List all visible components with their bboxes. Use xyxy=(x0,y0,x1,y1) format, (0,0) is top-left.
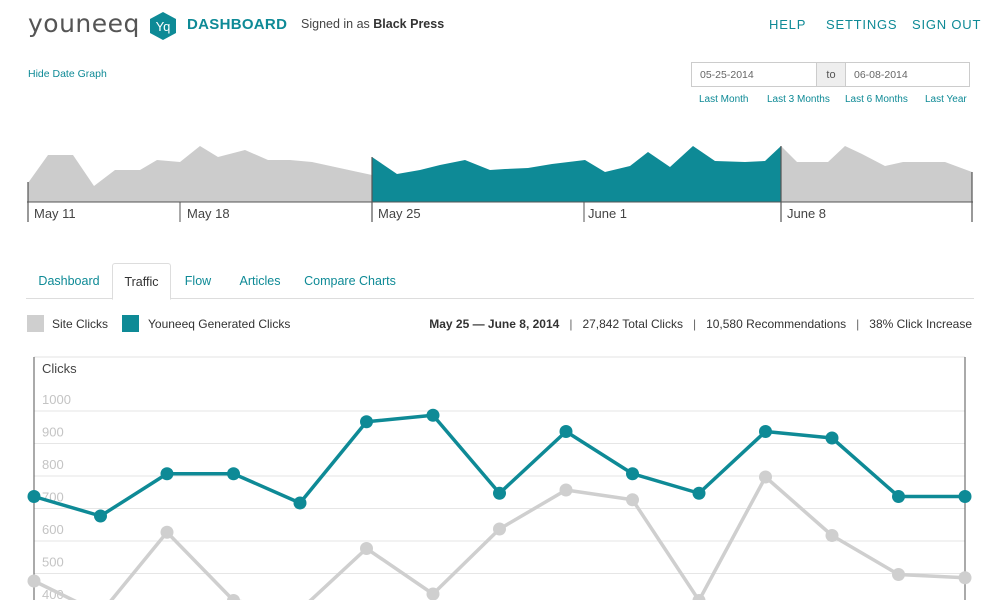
data-point-youneeq-clicks[interactable] xyxy=(626,467,639,481)
clicks-line-chart[interactable]: 4005006007008009001000 xyxy=(0,350,1000,600)
logo-wordmark[interactable]: youneeq xyxy=(28,9,140,38)
series-line-youneeq-clicks xyxy=(33,413,965,518)
legend-swatch-youneeq-clicks[interactable] xyxy=(122,315,139,332)
stats-separator: | xyxy=(569,317,573,331)
data-point-site-clicks[interactable] xyxy=(27,574,41,588)
week-label-may11: May 11 xyxy=(34,206,76,221)
data-point-youneeq-clicks[interactable] xyxy=(160,467,174,481)
data-point-youneeq-clicks[interactable] xyxy=(426,408,440,422)
stats-date-range: May 25 — June 8, 2014 xyxy=(429,317,560,331)
header: youneeq Yq DASHBOARD Signed in as Black … xyxy=(0,0,1000,52)
page-title: DASHBOARD xyxy=(187,16,288,33)
overview-area-before xyxy=(28,146,372,202)
week-label-june8: June 8 xyxy=(787,206,827,221)
y-tick-label: 600 xyxy=(42,522,64,537)
data-point-youneeq-clicks[interactable] xyxy=(825,431,839,445)
week-label-may18: May 18 xyxy=(187,206,230,221)
data-point-site-clicks[interactable] xyxy=(559,483,573,497)
data-point-youneeq-clicks[interactable] xyxy=(958,490,972,503)
settings-link[interactable]: SETTINGS xyxy=(826,17,897,32)
data-point-youneeq-clicks[interactable] xyxy=(94,509,107,523)
data-point-site-clicks[interactable] xyxy=(360,542,373,555)
tab-bar: Dashboard Traffic Flow Articles Compare … xyxy=(26,263,974,300)
stats-recommendations: 10,580 Recommendations xyxy=(706,317,847,331)
last-6-months-link[interactable]: Last 6 Months xyxy=(845,94,908,105)
data-point-youneeq-clicks[interactable] xyxy=(692,486,706,500)
data-point-site-clicks[interactable] xyxy=(759,470,772,484)
data-point-youneeq-clicks[interactable] xyxy=(559,425,573,438)
date-to-label: to xyxy=(816,62,846,87)
data-point-site-clicks[interactable] xyxy=(892,568,905,581)
logo-hexagon-icon[interactable]: Yq xyxy=(148,11,178,41)
stats-click-increase: 38% Click Increase xyxy=(869,317,972,331)
signed-in-user: Black Press xyxy=(373,17,445,31)
signed-in-prefix: Signed in as xyxy=(301,17,374,31)
legend-label-site-clicks[interactable]: Site Clicks xyxy=(52,317,108,331)
date-overview-graph[interactable] xyxy=(0,140,1000,230)
hide-date-graph-link[interactable]: Hide Date Graph xyxy=(28,68,107,80)
signed-in-text: Signed in as Black Press xyxy=(301,17,444,31)
date-to-input[interactable]: 06-08-2014 xyxy=(845,62,970,87)
data-point-youneeq-clicks[interactable] xyxy=(759,425,772,438)
y-tick-label: 500 xyxy=(42,555,64,570)
legend-swatch-site-clicks[interactable] xyxy=(27,315,44,332)
data-point-youneeq-clicks[interactable] xyxy=(360,415,373,429)
data-point-site-clicks[interactable] xyxy=(426,587,440,600)
y-tick-label: 1000 xyxy=(42,392,71,407)
stats-separator: | xyxy=(856,317,860,331)
sign-out-link[interactable]: SIGN OUT xyxy=(912,17,981,32)
legend-label-youneeq-clicks[interactable]: Youneeq Generated Clicks xyxy=(148,317,290,331)
y-tick-label: 900 xyxy=(42,425,64,440)
data-point-site-clicks[interactable] xyxy=(626,493,639,507)
data-point-site-clicks[interactable] xyxy=(825,529,839,542)
stats-total-clicks: 27,842 Total Clicks xyxy=(582,317,683,331)
data-point-site-clicks[interactable] xyxy=(493,522,506,536)
data-point-site-clicks[interactable] xyxy=(958,571,972,585)
y-tick-label: 800 xyxy=(42,457,64,472)
help-link[interactable]: HELP xyxy=(769,17,806,32)
tab-flow[interactable]: Flow xyxy=(174,263,222,299)
tab-compare-charts[interactable]: Compare Charts xyxy=(298,263,402,299)
week-label-june1: June 1 xyxy=(588,206,628,221)
data-point-youneeq-clicks[interactable] xyxy=(892,490,905,503)
tab-traffic[interactable]: Traffic xyxy=(112,263,171,300)
y-axis-title: Clicks xyxy=(42,361,77,376)
tab-articles[interactable]: Articles xyxy=(229,263,291,299)
data-point-youneeq-clicks[interactable] xyxy=(27,490,41,503)
overview-area-selected[interactable] xyxy=(372,146,781,202)
date-from-input[interactable]: 05-25-2014 xyxy=(691,62,817,87)
logo-mark-text: Yq xyxy=(156,19,171,34)
last-3-months-link[interactable]: Last 3 Months xyxy=(767,94,830,105)
tab-dashboard[interactable]: Dashboard xyxy=(26,263,112,299)
data-point-youneeq-clicks[interactable] xyxy=(227,467,240,481)
data-point-youneeq-clicks[interactable] xyxy=(293,496,307,510)
week-label-may25: May 25 xyxy=(378,206,421,221)
data-point-site-clicks[interactable] xyxy=(160,525,174,539)
stats-separator: | xyxy=(692,317,697,331)
last-year-link[interactable]: Last Year xyxy=(925,94,967,105)
stats-summary: May 25 — June 8, 2014 | 27,842 Total Click… xyxy=(429,317,972,331)
data-point-youneeq-clicks[interactable] xyxy=(493,486,506,500)
last-month-link[interactable]: Last Month xyxy=(699,94,748,105)
overview-area-after xyxy=(781,146,972,202)
